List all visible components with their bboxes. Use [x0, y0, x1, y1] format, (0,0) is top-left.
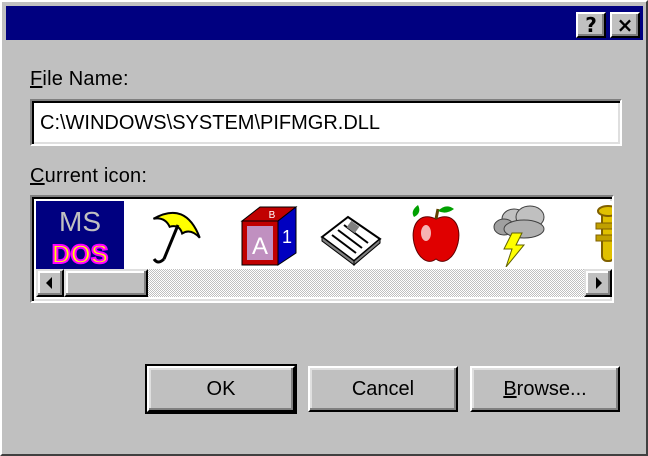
newspaper-icon [320, 215, 382, 267]
svg-text:A: A [252, 233, 268, 260]
ok-button[interactable]: OK [145, 364, 297, 414]
storm-cloud-icon [493, 205, 545, 267]
help-button[interactable]: ? [576, 12, 606, 38]
icon-item-storm-cloud[interactable] [478, 201, 566, 269]
icon-item-apple[interactable] [392, 201, 480, 269]
file-name-label: File Name: [30, 68, 129, 90]
change-icon-dialog: ? × File Name: Current icon: MS DOS [0, 0, 648, 456]
alphabet-block-icon: A B 1 [240, 205, 298, 266]
icon-item-block[interactable]: A B 1 [222, 201, 310, 269]
icon-item-ms-dos[interactable]: MS DOS [36, 201, 124, 269]
icon-item-newspaper[interactable] [306, 201, 394, 269]
svg-text:1: 1 [282, 227, 292, 247]
close-icon: × [616, 13, 634, 37]
arrow-right-icon [596, 277, 602, 289]
icon-list[interactable]: MS DOS A B 1 [30, 195, 614, 303]
browse-button[interactable]: Browse... [470, 366, 620, 412]
umbrella-icon [152, 211, 201, 264]
icon-list-scrollbar[interactable] [36, 269, 612, 297]
ms-dos-icon: MS DOS [44, 203, 116, 267]
trumpet-icon [595, 205, 612, 262]
svg-text:MS: MS [59, 206, 101, 237]
file-name-input[interactable] [38, 107, 612, 139]
cancel-button[interactable]: Cancel [308, 366, 458, 412]
title-bar: ? × [6, 6, 643, 40]
scroll-thumb[interactable] [64, 269, 148, 297]
file-name-field[interactable] [30, 99, 622, 146]
icon-item-umbrella[interactable] [132, 201, 220, 269]
apple-icon [412, 205, 460, 262]
icon-strip: MS DOS A B 1 [36, 201, 612, 269]
icon-item-trumpet[interactable] [568, 201, 612, 269]
help-icon: ? [585, 13, 597, 37]
scroll-right-button[interactable] [584, 269, 612, 297]
arrow-left-icon [46, 277, 52, 289]
svg-text:DOS: DOS [52, 239, 108, 267]
svg-text:B: B [269, 210, 276, 221]
scroll-left-button[interactable] [36, 269, 64, 297]
close-button[interactable]: × [610, 12, 640, 38]
current-icon-label: Current icon: [30, 165, 148, 187]
